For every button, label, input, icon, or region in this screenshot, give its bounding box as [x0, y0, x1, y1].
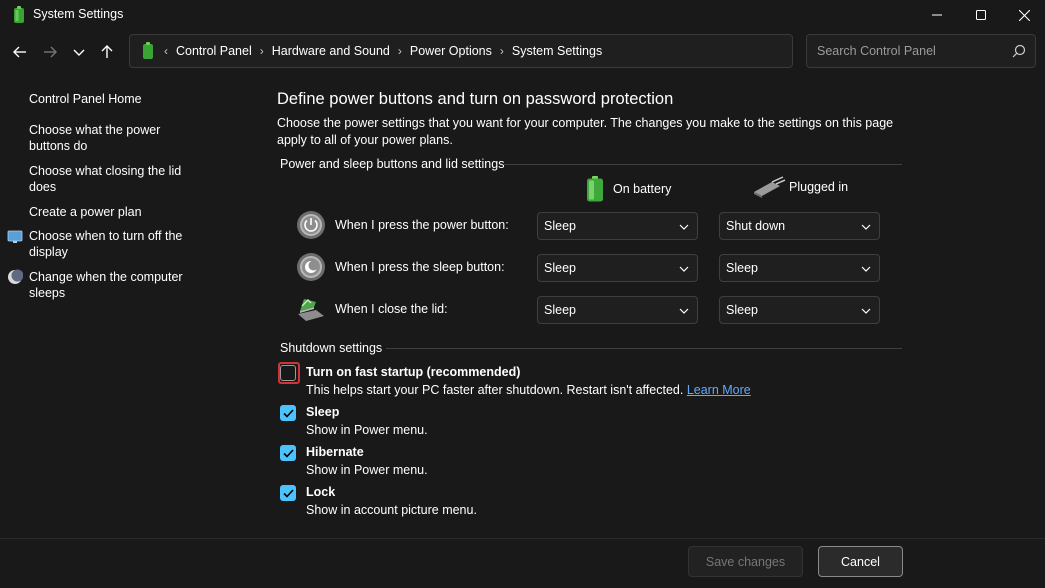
power-button-icon	[297, 211, 325, 239]
column-plugged-in-label: Plugged in	[789, 180, 849, 194]
sleep-button-plugged-in-select[interactable]: Sleep	[719, 254, 880, 282]
section-heading-shutdown: Shutdown settings	[280, 341, 383, 355]
chevron-down-icon	[679, 308, 689, 314]
checkmark-icon	[282, 408, 294, 418]
power-button-label: When I press the power button:	[335, 218, 509, 232]
select-value: Sleep	[726, 303, 758, 317]
lock-title: Lock	[306, 485, 336, 499]
breadcrumb-separator: ›	[499, 44, 504, 58]
breadcrumb-separator: ›	[259, 44, 264, 58]
breadcrumb-hardware-and-sound[interactable]: Hardware and Sound	[272, 44, 390, 58]
close-lid-label: When I close the lid:	[335, 302, 448, 316]
checkmark-icon	[282, 448, 294, 458]
hibernate-title: Hibernate	[306, 445, 364, 459]
select-value: Sleep	[544, 261, 576, 275]
up-button[interactable]	[97, 42, 117, 62]
recent-locations-button[interactable]	[69, 42, 89, 62]
hibernate-checkbox[interactable]	[280, 445, 296, 461]
fast-startup-description: This helps start your PC faster after sh…	[306, 383, 751, 397]
checkmark-icon	[282, 488, 294, 498]
sidebar-item-computer-sleeps[interactable]: Change when the computer sleeps	[29, 269, 189, 301]
search-input[interactable]: Search Control Panel	[806, 34, 1036, 68]
breadcrumb-power-options[interactable]: Power Options	[410, 44, 492, 58]
power-button-plugged-in-select[interactable]: Shut down	[719, 212, 880, 240]
address-bar[interactable]: ‹ Control Panel › Hardware and Sound › P…	[129, 34, 793, 68]
up-arrow-icon	[101, 45, 113, 58]
save-changes-button[interactable]: Save changes	[688, 546, 803, 577]
sleep-button-icon	[297, 253, 325, 281]
fast-startup-checkbox[interactable]	[280, 365, 296, 381]
section-divider	[503, 164, 902, 165]
window-title: System Settings	[33, 7, 124, 21]
monitor-icon	[7, 230, 23, 243]
back-arrow-icon	[13, 46, 26, 58]
power-options-icon	[14, 6, 24, 23]
section-heading-buttons: Power and sleep buttons and lid settings	[280, 157, 505, 171]
minimize-icon	[932, 14, 942, 16]
select-value: Shut down	[726, 219, 786, 233]
close-button[interactable]	[1002, 0, 1045, 30]
navigation-bar: ‹ Control Panel › Hardware and Sound › P…	[0, 34, 1045, 70]
sidebar-item-closing-lid[interactable]: Choose what closing the lid does	[29, 163, 189, 195]
sidebar-item-power-buttons[interactable]: Choose what the power buttons do	[29, 122, 189, 154]
select-value: Sleep	[544, 219, 576, 233]
chevron-down-icon	[679, 224, 689, 230]
close-lid-on-battery-select[interactable]: Sleep	[537, 296, 698, 324]
lock-description: Show in account picture menu.	[306, 503, 477, 517]
close-lid-plugged-in-select[interactable]: Sleep	[719, 296, 880, 324]
sleep-button-label: When I press the sleep button:	[335, 260, 505, 274]
hibernate-description: Show in Power menu.	[306, 463, 428, 477]
title-bar: System Settings	[0, 0, 1045, 30]
select-value: Sleep	[726, 261, 758, 275]
moon-icon	[8, 269, 23, 284]
forward-button[interactable]	[40, 42, 60, 62]
chevron-down-icon	[861, 308, 871, 314]
page-description: Choose the power settings that you want …	[277, 116, 894, 147]
power-button-on-battery-select[interactable]: Sleep	[537, 212, 698, 240]
sidebar-item-create-power-plan[interactable]: Create a power plan	[29, 204, 189, 220]
chevron-down-icon	[861, 266, 871, 272]
lock-checkbox[interactable]	[280, 485, 296, 501]
footer-divider	[0, 538, 1045, 539]
battery-icon	[587, 176, 603, 202]
sleep-description: Show in Power menu.	[306, 423, 428, 437]
sleep-checkbox[interactable]	[280, 405, 296, 421]
breadcrumb-separator: ‹	[164, 44, 168, 58]
page-title: Define power buttons and turn on passwor…	[277, 90, 674, 108]
section-divider	[386, 348, 902, 349]
sleep-title: Sleep	[306, 405, 340, 419]
laptop-lid-icon	[298, 299, 324, 321]
column-on-battery: On battery	[586, 176, 671, 202]
learn-more-link[interactable]: Learn More	[687, 383, 751, 397]
column-on-battery-label: On battery	[613, 182, 672, 196]
fast-startup-title: Turn on fast startup (recommended)	[306, 365, 521, 379]
fast-startup-description-text: This helps start your PC faster after sh…	[306, 383, 684, 397]
power-plug-icon	[754, 176, 785, 198]
search-icon	[1012, 44, 1026, 58]
search-placeholder: Search Control Panel	[817, 44, 936, 58]
breadcrumb-separator: ›	[397, 44, 402, 58]
sleep-button-on-battery-select[interactable]: Sleep	[537, 254, 698, 282]
cancel-button[interactable]: Cancel	[818, 546, 903, 577]
chevron-down-icon	[73, 49, 85, 56]
breadcrumb-system-settings[interactable]: System Settings	[512, 44, 602, 58]
maximize-button[interactable]	[959, 0, 1003, 30]
chevron-down-icon	[679, 266, 689, 272]
column-plugged-in: Plugged in	[752, 176, 848, 198]
select-value: Sleep	[544, 303, 576, 317]
sidebar-item-control-panel-home[interactable]: Control Panel Home	[29, 91, 189, 107]
sidebar-item-turn-off-display[interactable]: Choose when to turn off the display	[29, 228, 189, 260]
back-button[interactable]	[10, 42, 30, 62]
minimize-button[interactable]	[915, 0, 959, 30]
chevron-down-icon	[861, 224, 871, 230]
forward-arrow-icon	[44, 46, 57, 58]
close-icon	[1018, 9, 1030, 21]
power-options-icon	[143, 42, 153, 59]
breadcrumb-control-panel[interactable]: Control Panel	[176, 44, 252, 58]
maximize-icon	[976, 10, 986, 20]
